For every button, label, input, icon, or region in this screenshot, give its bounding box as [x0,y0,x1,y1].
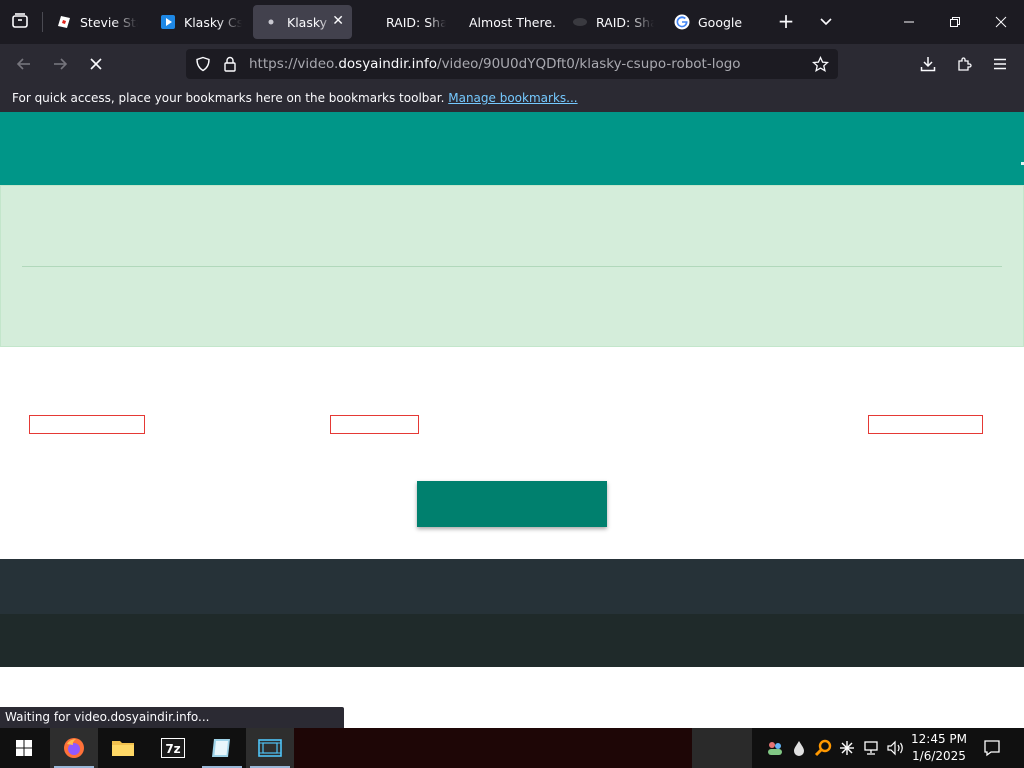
minimize-icon[interactable] [897,10,921,34]
firefox-view-icon[interactable] [9,10,31,32]
broken-placeholder-1 [29,415,145,434]
taskbar-clock[interactable]: 12:45 PM 1/6/2025 [910,731,968,765]
tab-label: Stevie Stan [80,14,138,30]
7zip-icon[interactable]: 7z [149,728,197,768]
water-drop-tray-icon[interactable] [789,728,809,768]
tab-1[interactable]: Stevie Stan [56,5,138,39]
broken-placeholder-3 [868,415,983,434]
tab-4[interactable]: RAID: Shad [386,5,446,39]
search-magnifier-tray-icon[interactable] [812,728,834,768]
video-editor-film-icon[interactable] [246,728,294,768]
roblox-icon [56,14,72,30]
tab-label: Klasky C [287,14,333,30]
forward-arrow-icon[interactable] [48,52,72,76]
start-windows-icon[interactable] [0,728,48,768]
info-banner [0,185,1024,347]
tab-label: Google [698,14,743,30]
clock-time: 12:45 PM [911,732,967,746]
stop-loading-icon[interactable] [84,52,108,76]
google-icon [674,14,690,30]
tab-7[interactable]: Google [674,5,754,39]
banner-divider [22,266,1002,267]
url-bar[interactable]: https://video.dosyaindir.info/video/90U0… [186,49,838,79]
loading-dot-icon [263,14,279,30]
url-path: /video/90U0dYQDft0/klasky-csupo-robot-lo… [437,56,741,72]
back-arrow-icon[interactable] [12,52,36,76]
tab-3-active[interactable]: Klasky C ✕ [253,5,352,39]
windows-taskbar: 7z 12:45 PM 1/6/2025 [0,728,1024,768]
close-window-icon[interactable] [989,10,1013,34]
page-viewport [0,112,1024,728]
navigation-toolbar: https://video.dosyaindir.info/video/90U0… [0,44,1024,84]
url-text[interactable]: https://video.dosyaindir.info/video/90U0… [249,56,741,72]
desktop-wallpaper-strip [292,728,692,768]
firefox-taskbar-icon[interactable] [50,728,98,768]
tab-2[interactable]: Klasky Csu [160,5,242,39]
speaker-volume-tray-icon[interactable] [884,728,908,768]
action-center-notification-icon[interactable] [978,728,1006,768]
close-tab-icon[interactable]: ✕ [332,13,344,29]
app-menu-hamburger-icon[interactable] [988,52,1012,76]
site-footer-top [0,559,1024,614]
list-all-tabs-chevron-down-icon[interactable] [815,10,837,32]
bookmark-star-icon[interactable] [811,55,829,73]
bookmarks-toolbar-message: For quick access, place your bookmarks h… [12,91,445,105]
url-host: dosyaindir.info [338,56,438,72]
video-play-icon [160,14,176,30]
tracking-protection-shield-icon[interactable] [194,55,212,73]
tab-6[interactable]: RAID: Shad [572,5,654,39]
download-button[interactable] [417,481,607,527]
tab-5[interactable]: Almost There... [469,5,555,39]
site-header [0,112,1024,185]
svg-text:7z: 7z [165,742,180,756]
manage-bookmarks-link[interactable]: Manage bookmarks... [448,91,577,105]
people-tray-icon[interactable] [764,728,786,768]
site-footer-bottom [0,614,1024,667]
url-scheme: https://video. [249,56,339,72]
lock-icon[interactable] [221,55,239,73]
network-tray-icon[interactable] [860,728,882,768]
downloads-icon[interactable] [916,52,940,76]
extensions-puzzle-icon[interactable] [952,52,976,76]
file-explorer-folder-icon[interactable] [99,728,147,768]
bluetooth-asterisk-tray-icon[interactable] [836,728,858,768]
new-tab-icon[interactable]: + [775,9,797,33]
notebook-app-icon[interactable] [198,728,246,768]
clock-date: 1/6/2025 [912,749,966,763]
status-panel: Waiting for video.dosyaindir.info... [0,707,344,728]
tab-label: Klasky Csu [184,14,242,30]
broken-placeholder-2 [330,415,419,434]
restore-icon[interactable] [943,10,967,34]
raid-icon [572,14,588,30]
tab-label: RAID: Shad [386,14,446,30]
bookmarks-toolbar: For quick access, place your bookmarks h… [0,84,1024,112]
tab-bar: Stevie Stan Klasky Csu Klasky C ✕ RAID: … [0,0,1024,44]
tab-label: Almost There... [469,14,555,30]
desktop-wallpaper-strip-2 [692,728,752,768]
tab-label: RAID: Shad [596,14,654,30]
